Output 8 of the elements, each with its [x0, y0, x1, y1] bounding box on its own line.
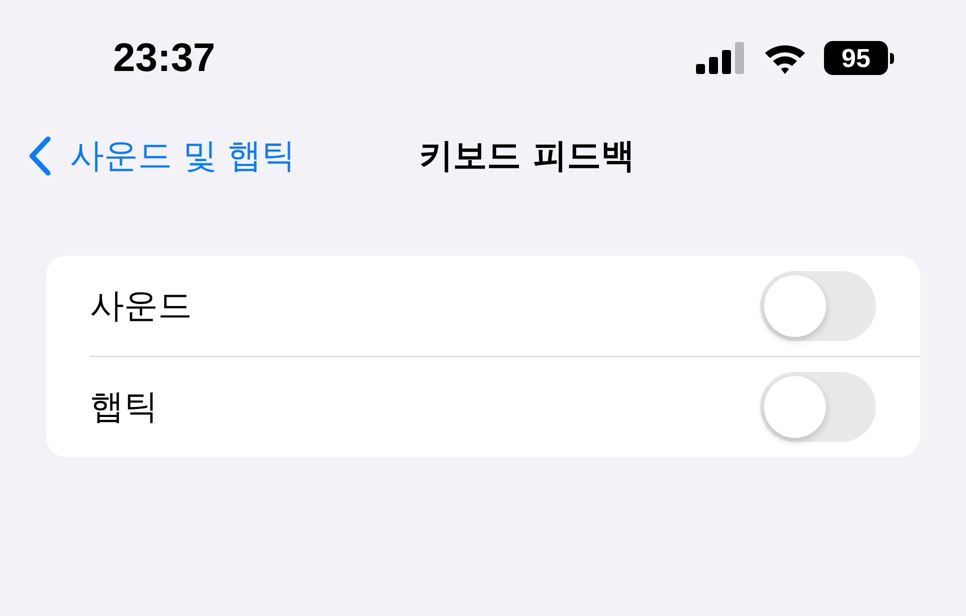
setting-label: 햅틱: [90, 386, 158, 429]
back-button[interactable]: 사운드 및 햅틱: [28, 133, 296, 179]
status-time: 23:37: [113, 36, 216, 80]
battery-indicator: 95: [824, 41, 894, 75]
page-title: 키보드 피드백: [418, 135, 635, 178]
signal-icon: [696, 42, 746, 74]
chevron-left-icon: [28, 136, 52, 176]
setting-label: 사운드: [90, 285, 192, 328]
